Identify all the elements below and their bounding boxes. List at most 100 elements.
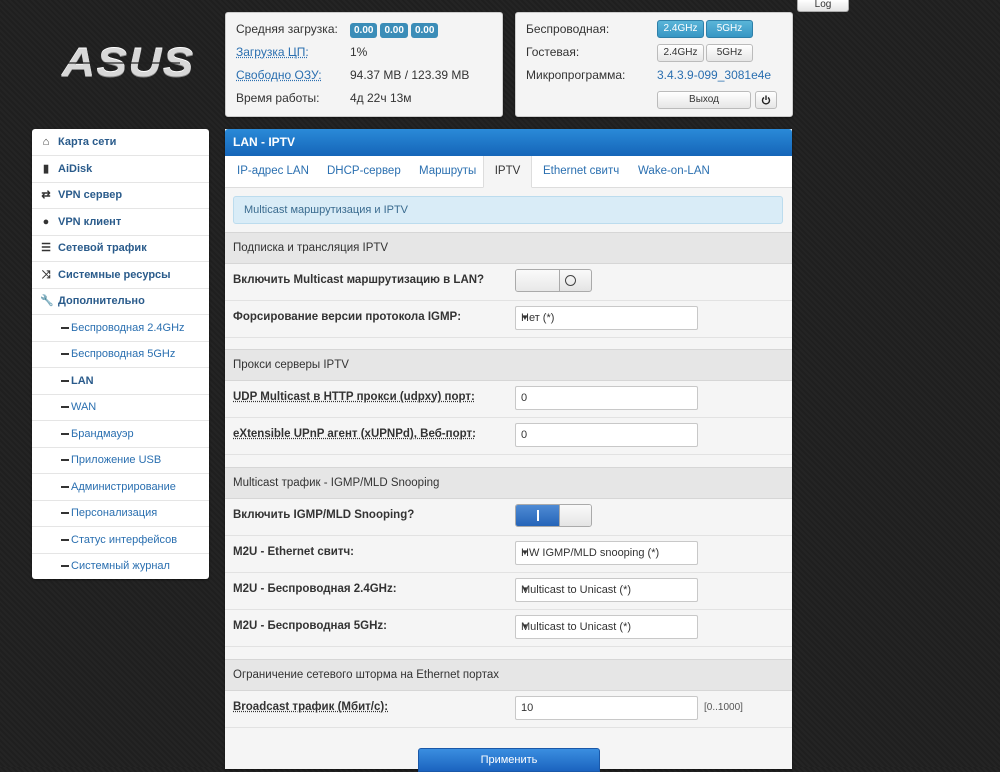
m2u-eth-select[interactable]: HW IGMP/MLD snooping (*) ▼: [515, 541, 698, 565]
tab-wake-on-lan[interactable]: Wake-on-LAN: [638, 156, 710, 186]
wireless-24ghz-button[interactable]: 2.4GHz: [657, 20, 704, 38]
sidebar-subitem-usb[interactable]: Приложение USB: [32, 447, 209, 474]
tab-dhcp[interactable]: DHCP-сервер: [327, 156, 401, 186]
m2u-eth-label: M2U - Ethernet свитч:: [233, 546, 355, 558]
xupnpd-row: eXtensible UPnP агент (xUPNPd), Веб-порт…: [225, 417, 792, 455]
sidebar-subitem-wireless-5[interactable]: Беспроводная 5GHz: [32, 341, 209, 368]
exchange-icon: ⇄: [41, 189, 51, 201]
info-banner: Multicast маршрутизация и IPTV: [233, 196, 783, 224]
wireless-5ghz-button[interactable]: 5GHz: [706, 20, 753, 38]
m2u-eth-row: M2U - Ethernet свитч: HW IGMP/MLD snoopi…: [225, 535, 792, 573]
load-label: Средняя загрузка:: [236, 22, 338, 36]
sidebar-item-traffic[interactable]: ☰ Сетевой трафик: [32, 235, 209, 262]
sidebar-item-system-resources[interactable]: ⤨ Системные ресурсы: [32, 262, 209, 289]
sidebar-item-advanced[interactable]: 🔧 Дополнительно: [32, 288, 209, 315]
m2u-5-select[interactable]: Multicast to Unicast (*) ▼: [515, 615, 698, 639]
firmware-label: Микропрограмма:: [526, 68, 626, 82]
logout-button[interactable]: Выход: [657, 91, 751, 109]
igmp-label: Форсирование версии протокола IGMP:: [233, 311, 462, 323]
cpu-value: 1%: [350, 45, 368, 59]
load-1min: 0.00: [350, 23, 378, 38]
m2u-5-label: M2U - Беспроводная 5GHz:: [233, 620, 387, 632]
multicast-label: Включить Multicast маршрутизацию в LAN?: [233, 274, 485, 286]
guest-5ghz-button[interactable]: 5GHz: [706, 44, 753, 62]
asus-logo: ASUS: [62, 40, 193, 86]
sidebar-item-vpn-server[interactable]: ⇄ VPN сервер: [32, 182, 209, 209]
multicast-row: Включить Multicast маршрутизацию в LAN?: [225, 263, 792, 301]
tab-routes[interactable]: Маршруты: [419, 156, 476, 186]
sidebar-item-label: VPN сервер: [58, 189, 123, 201]
cpu-link[interactable]: Загрузка ЦП:: [236, 42, 309, 62]
m2u-24-select[interactable]: Multicast to Unicast (*) ▼: [515, 578, 698, 602]
tab-lan-ip[interactable]: IP-адрес LAN: [237, 156, 309, 186]
sidebar-subitem-wan[interactable]: WAN: [32, 394, 209, 421]
broadcast-row: Broadcast трафик (Мбит/с): 10 [0..1000]: [225, 690, 792, 728]
snooping-toggle[interactable]: [515, 504, 592, 527]
power-icon: [761, 95, 771, 105]
tab-bar: IP-адрес LAN DHCP-сервер Маршруты IPTV E…: [225, 156, 792, 188]
sidebar-item-aidisk[interactable]: ▮ AiDisk: [32, 156, 209, 183]
section-subscription: Подписка и трансляция IPTV: [225, 232, 792, 264]
page-title: LAN - IPTV: [225, 129, 792, 156]
broadcast-label: Broadcast трафик (Мбит/с):: [233, 701, 389, 713]
sidebar-subitem-syslog[interactable]: Системный журнал: [32, 553, 209, 579]
m2u-5-row: M2U - Беспроводная 5GHz: Multicast to Un…: [225, 609, 792, 647]
ram-link[interactable]: Свободно ОЗУ:: [236, 65, 322, 85]
list-icon: ☰: [41, 242, 51, 254]
xupnpd-port-input[interactable]: 0: [515, 423, 698, 447]
sidebar-subitem-wireless-24[interactable]: Беспроводная 2.4GHz: [32, 315, 209, 342]
sidebar: ⌂ Карта сети ▮ AiDisk ⇄ VPN сервер ● VPN…: [32, 129, 209, 579]
snooping-label: Включить IGMP/MLD Snooping?: [233, 509, 415, 521]
sidebar-subitem-label: LAN: [71, 375, 94, 387]
sidebar-item-label: Карта сети: [58, 136, 117, 148]
sidebar-item-network-map[interactable]: ⌂ Карта сети: [32, 129, 209, 156]
igmp-row: Форсирование версии протокола IGMP: Нет …: [225, 300, 792, 338]
firmware-version-link[interactable]: 3.4.3.9-099_3081e4e: [657, 65, 771, 85]
sidebar-subitem-interface-status[interactable]: Статус интерфейсов: [32, 527, 209, 554]
uptime-label: Время работы:: [236, 91, 320, 105]
sidebar-subitem-label: Брандмауэр: [71, 428, 134, 440]
sidebar-item-label: Сетевой трафик: [58, 242, 147, 254]
chevron-down-icon: ▼: [521, 548, 529, 557]
tab-ethernet-switch[interactable]: Ethernet свитч: [543, 156, 619, 186]
wireless-status-panel: Беспроводная: 2.4GHz 5GHz Гостевая: 2.4G…: [515, 12, 793, 117]
sidebar-subitem-label: Беспроводная 2.4GHz: [71, 322, 185, 334]
apply-button[interactable]: Применить: [418, 748, 600, 772]
home-icon: ⌂: [42, 136, 50, 148]
sidebar-item-vpn-client[interactable]: ● VPN клиент: [32, 209, 209, 236]
section-storm: Ограничение сетевого шторма на Ethernet …: [225, 659, 792, 691]
ram-value: 94.37 MB / 123.39 MB: [350, 68, 470, 82]
wireless-label: Беспроводная:: [526, 22, 610, 36]
guest-label: Гостевая:: [526, 45, 580, 59]
sidebar-item-label: VPN клиент: [58, 216, 122, 228]
guest-24ghz-button[interactable]: 2.4GHz: [657, 44, 704, 62]
log-button[interactable]: Log: [797, 0, 849, 12]
sidebar-subitem-label: Администрирование: [71, 481, 176, 493]
disk-icon: ▮: [42, 163, 50, 175]
sidebar-subitem-label: Приложение USB: [71, 454, 162, 466]
sidebar-subitem-firewall[interactable]: Брандмауэр: [32, 421, 209, 448]
sidebar-subitem-personalization[interactable]: Персонализация: [32, 500, 209, 527]
multicast-toggle[interactable]: [515, 269, 592, 292]
sidebar-subitem-lan[interactable]: LAN: [32, 368, 209, 395]
sidebar-item-label: Дополнительно: [58, 295, 145, 307]
broadcast-range: [0..1000]: [704, 702, 743, 713]
globe-icon: ●: [42, 216, 50, 228]
sidebar-subitem-label: Персонализация: [71, 507, 158, 519]
udpxy-port-input[interactable]: 0: [515, 386, 698, 410]
sidebar-subitem-admin[interactable]: Администрирование: [32, 474, 209, 501]
chevron-down-icon: ▼: [521, 622, 529, 631]
power-button[interactable]: [755, 91, 777, 109]
uptime-value: 4д 22ч 13м: [350, 91, 412, 105]
udpxy-row: UDP Multicast в HTTP прокси (udpxy) порт…: [225, 380, 792, 418]
chevron-down-icon: ▼: [521, 585, 529, 594]
snooping-row: Включить IGMP/MLD Snooping?: [225, 498, 792, 536]
system-status-panel: Средняя загрузка: 0.00 0.00 0.00 Загрузка …: [225, 12, 503, 117]
tab-iptv[interactable]: IPTV: [483, 156, 532, 188]
main-panel: LAN - IPTV IP-адрес LAN DHCP-сервер Марш…: [225, 129, 792, 772]
broadcast-input[interactable]: 10: [515, 696, 698, 720]
load-15min: 0.00: [410, 23, 439, 38]
section-proxy: Прокси серверы IPTV: [225, 349, 792, 381]
igmp-version-select[interactable]: Нет (*) ▼: [515, 306, 698, 330]
sidebar-subitem-label: Статус интерфейсов: [71, 534, 178, 546]
